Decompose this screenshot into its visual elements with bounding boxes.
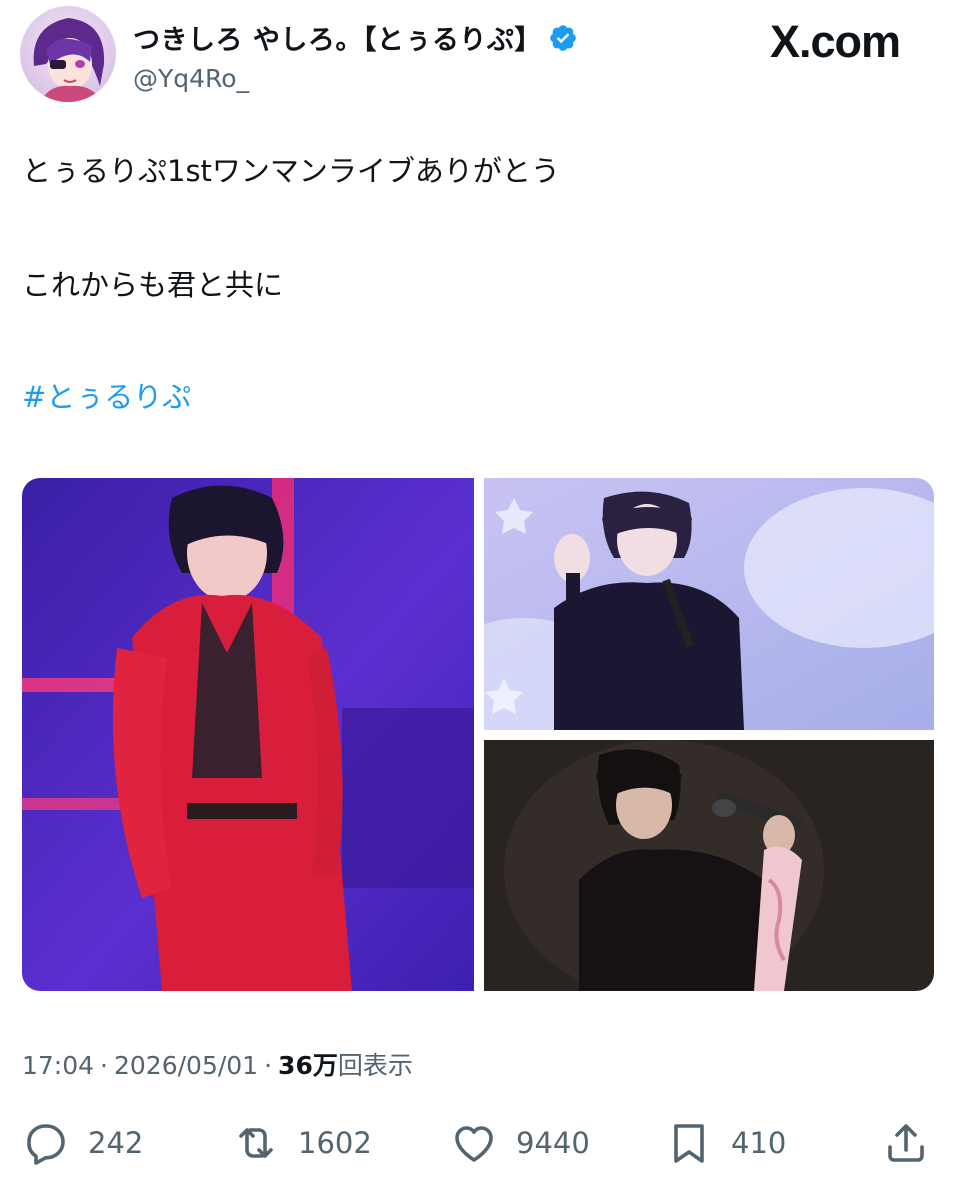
like-button[interactable]: 9440 <box>450 1118 590 1168</box>
photo-red-outfit[interactable] <box>22 478 474 991</box>
meta-separator-2: · <box>264 1051 273 1080</box>
tweet-text-line-2: これからも君と共に <box>22 268 284 302</box>
hashtag-link[interactable]: #とぅるりぷ <box>22 380 191 415</box>
share-icon <box>888 1124 924 1162</box>
tweet-date[interactable]: 2026/05/01 <box>114 1051 258 1080</box>
photo-singing[interactable] <box>484 740 934 991</box>
bookmark-count: 410 <box>731 1126 787 1160</box>
photo-waving[interactable] <box>484 478 934 730</box>
view-count[interactable]: 36万 <box>278 1046 338 1082</box>
retweet-icon <box>239 1128 273 1158</box>
tweet-text-line-1: とぅるりぷ1stワンマンライブありがとう <box>22 154 560 188</box>
like-count: 9440 <box>516 1126 590 1160</box>
retweet-count: 1602 <box>298 1126 372 1160</box>
tweet-header: つきしろ やしろ。【とぅるりぷ】 @Yq4Ro_ X.com <box>20 6 936 102</box>
verified-badge-icon <box>550 24 576 51</box>
reply-icon <box>27 1124 65 1165</box>
avatar[interactable] <box>20 6 116 102</box>
reply-button[interactable]: 242 <box>22 1118 143 1168</box>
bookmark-icon <box>674 1124 704 1163</box>
retweet-button[interactable]: 1602 <box>232 1118 372 1168</box>
author-handle[interactable]: @Yq4Ro_ <box>133 64 249 93</box>
author-name-row[interactable]: つきしろ やしろ。【とぅるりぷ】 <box>133 18 578 57</box>
share-button[interactable] <box>882 1118 930 1168</box>
media-grid <box>22 478 934 991</box>
display-name[interactable]: つきしろ やしろ。【とぅるりぷ】 <box>133 18 542 57</box>
x-com-logo: X.com <box>769 16 901 67</box>
tweet-time[interactable]: 17:04 <box>22 1051 94 1080</box>
heart-icon <box>455 1126 493 1162</box>
action-bar: 242 1602 9440 410 <box>22 1118 934 1168</box>
meta-separator: · <box>100 1051 108 1080</box>
reply-count: 242 <box>88 1126 144 1160</box>
bookmark-button[interactable]: 410 <box>665 1118 786 1168</box>
tweet-meta: 17:04 · 2026/05/01 · 36万 回表示 <box>22 1046 413 1082</box>
view-count-label: 回表示 <box>337 1051 413 1080</box>
